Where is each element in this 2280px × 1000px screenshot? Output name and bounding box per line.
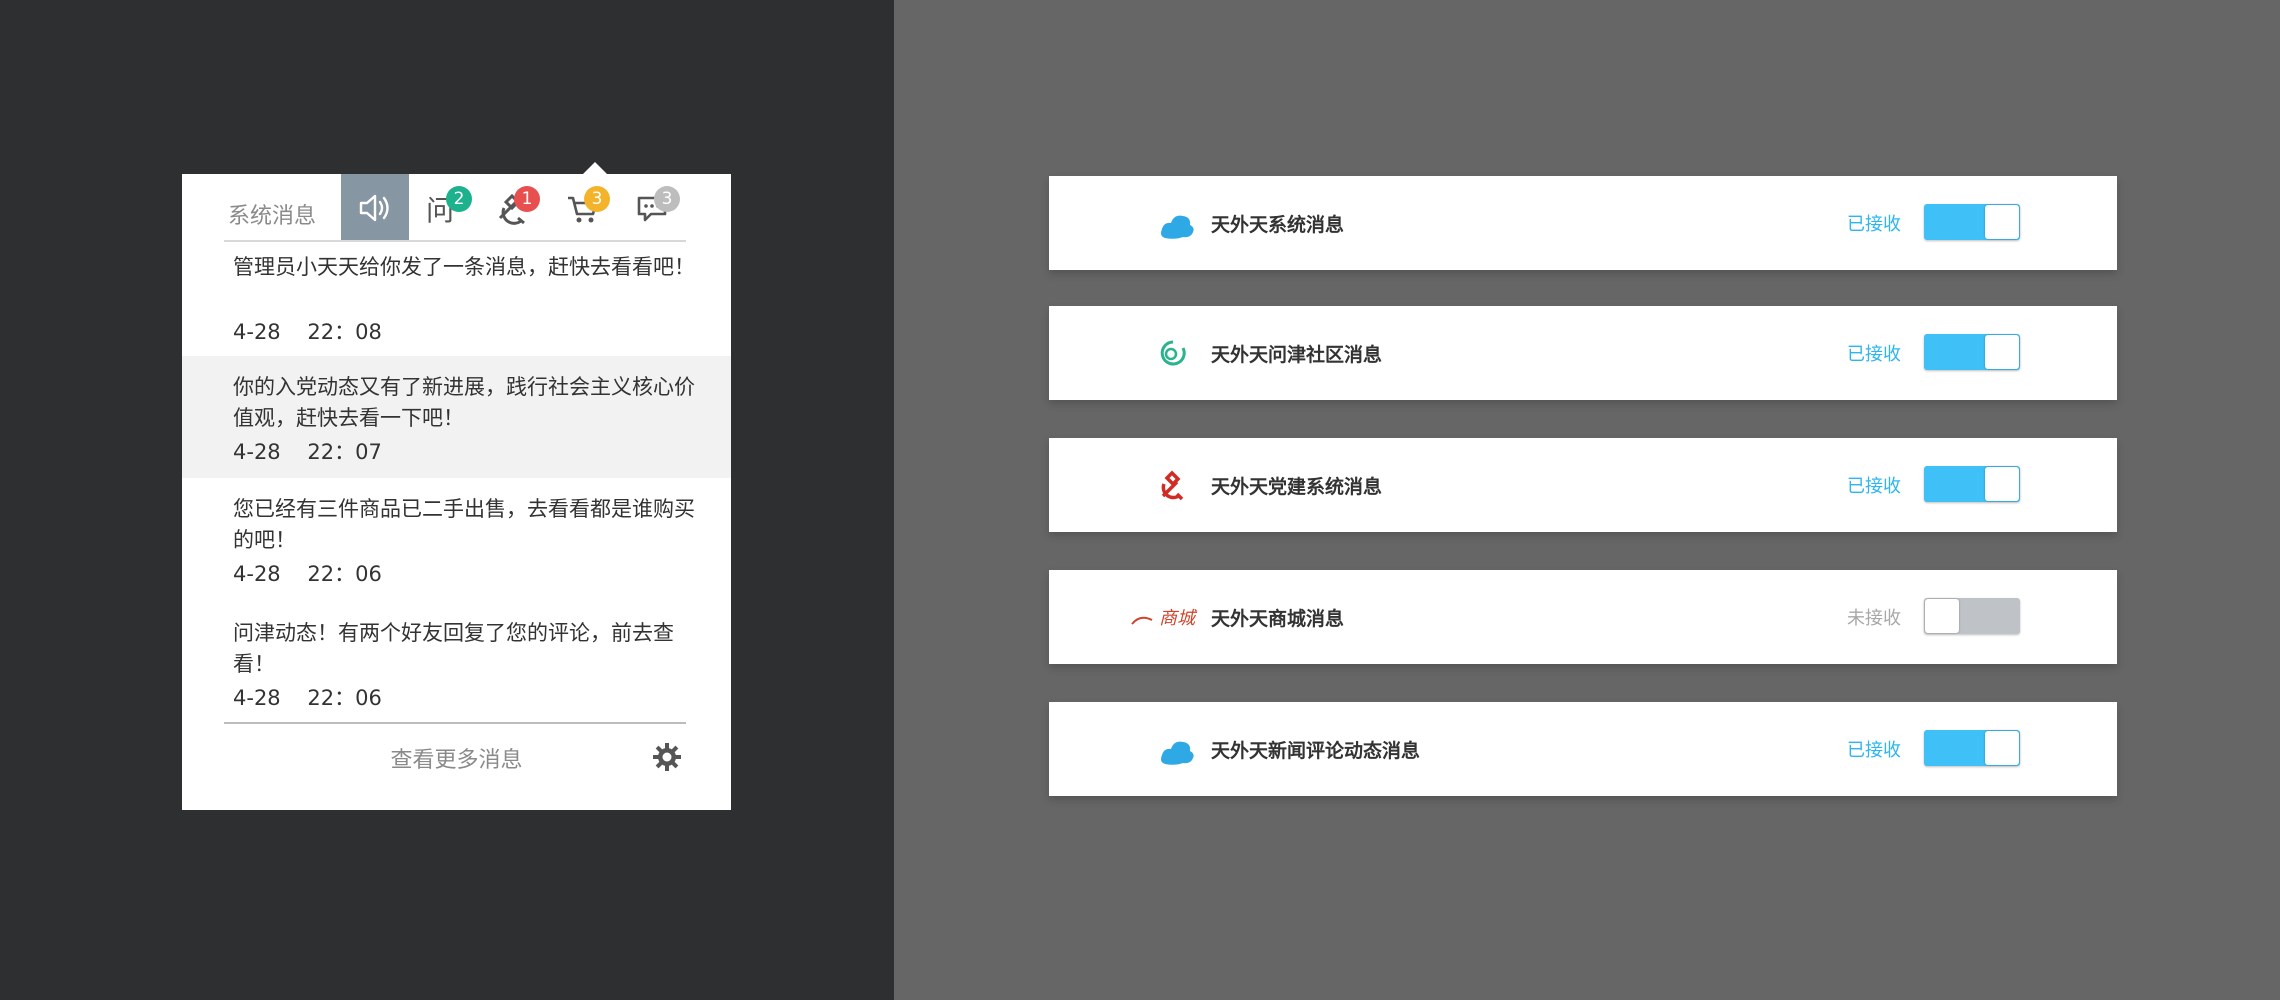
status-label: 已接收 — [1847, 344, 1901, 365]
view-more-messages-link[interactable]: 查看更多消息 — [182, 742, 731, 774]
cart-badge: 3 — [584, 186, 610, 212]
toggle-knob — [1985, 205, 2019, 239]
status-label: 已接收 — [1847, 476, 1901, 497]
toggle-knob — [1985, 335, 2019, 369]
message-time: 4-28 22：06 — [233, 686, 382, 710]
tabs-divider — [224, 240, 686, 242]
message-text: 您已经有三件商品已二手出售，去看看都是谁购买的吧！ — [233, 497, 695, 552]
card-title: 天外天系统消息 — [1211, 214, 1345, 236]
speaker-icon — [359, 194, 389, 222]
status-label: 已接收 — [1847, 214, 1901, 235]
message-text: 管理员小天天给你发了一条消息，赶快去看看吧！ — [233, 255, 695, 279]
system-message-tab-label[interactable]: 系统消息 — [228, 198, 316, 230]
setting-card-party: 天外天党建系统消息 已接收 — [1049, 438, 2117, 532]
popover-arrow — [583, 162, 607, 174]
toggle-knob — [1985, 731, 2019, 765]
status-label: 未接收 — [1847, 608, 1901, 629]
setting-card-news: 天外天新闻评论动态消息 已接收 — [1049, 702, 2117, 796]
setting-card-mall: 商城 天外天商城消息 未接收 — [1049, 570, 2117, 664]
question-badge: 2 — [446, 186, 472, 212]
message-text: 问津动态！有两个好友回复了您的评论，前去查看！ — [233, 621, 674, 676]
notification-tabs: 系统消息 问 2 1 3 3 — [182, 174, 731, 242]
card-title: 天外天党建系统消息 — [1211, 476, 1383, 498]
toggle-knob — [1985, 467, 2019, 501]
receive-toggle[interactable] — [1924, 204, 2020, 240]
message-text: 你的入党动态又有了新进展，践行社会主义核心价值观，赶快去看一下吧！ — [233, 375, 695, 430]
mall-logo: 商城 — [1131, 608, 1198, 629]
toggle-knob — [1925, 599, 1959, 633]
party-badge: 1 — [514, 186, 540, 212]
receive-toggle[interactable] — [1924, 466, 2020, 502]
tab-speaker[interactable] — [341, 174, 409, 242]
message-time: 4-28 22：06 — [233, 562, 382, 586]
message-item[interactable]: 管理员小天天给你发了一条消息，赶快去看看吧！ 4-28 22：08 — [182, 252, 731, 362]
message-item[interactable]: 问津动态！有两个好友回复了您的评论，前去查看！ 4-28 22：06 — [182, 618, 731, 728]
tab-party[interactable]: 1 — [484, 174, 544, 242]
message-time: 4-28 22：08 — [233, 320, 382, 344]
message-item[interactable]: 您已经有三件商品已二手出售，去看看都是谁购买的吧！ 4-28 22：06 — [182, 494, 731, 604]
card-title: 天外天新闻评论动态消息 — [1211, 740, 1421, 762]
receive-toggle[interactable] — [1924, 730, 2020, 766]
tab-cart[interactable]: 3 — [554, 174, 614, 242]
card-title: 天外天问津社区消息 — [1211, 344, 1383, 366]
footer-divider — [224, 722, 686, 724]
svg-text:商城: 商城 — [1159, 608, 1198, 629]
setting-card-community: 天外天问津社区消息 已接收 — [1049, 306, 2117, 400]
card-title: 天外天商城消息 — [1211, 608, 1345, 630]
receive-toggle[interactable] — [1924, 334, 2020, 370]
receive-toggle[interactable] — [1924, 598, 2020, 634]
gear-icon[interactable] — [652, 742, 682, 772]
message-item[interactable]: 你的入党动态又有了新进展，践行社会主义核心价值观，赶快去看一下吧！ 4-28 2… — [182, 356, 731, 478]
tab-comment[interactable]: 3 — [624, 174, 684, 242]
comment-badge: 3 — [654, 186, 680, 212]
status-label: 已接收 — [1847, 740, 1901, 761]
notification-popover: 系统消息 问 2 1 3 3 管理员小天天给你发了一条消息，赶快去看看吧！ 4-… — [182, 174, 731, 810]
message-time: 4-28 22：07 — [233, 440, 382, 464]
setting-card-system: 天外天系统消息 已接收 — [1049, 176, 2117, 270]
tab-question[interactable]: 问 2 — [414, 174, 474, 242]
